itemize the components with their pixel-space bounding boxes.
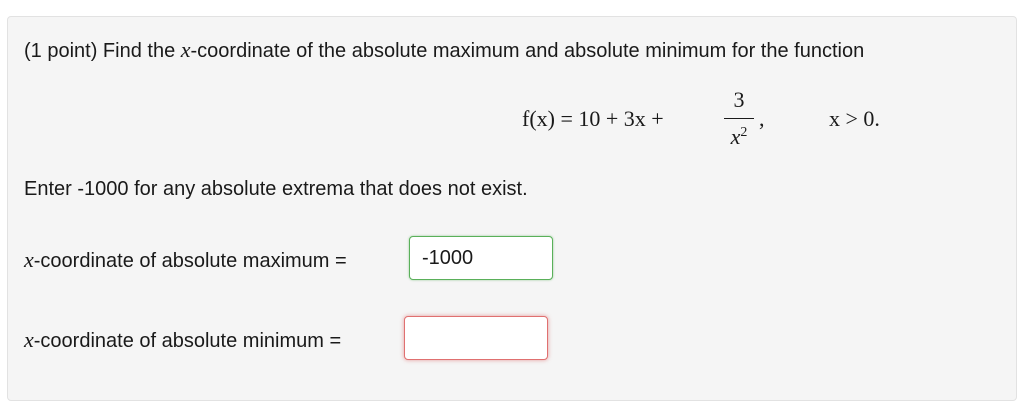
equation-comma: ,: [759, 106, 765, 131]
fraction-numerator: 3: [733, 87, 745, 112]
max-answer-label: x-coordinate of absolute maximum =: [24, 248, 347, 273]
min-label-text: -coordinate of absolute minimum =: [33, 330, 342, 352]
equation-lhs: f(x) = 10 + 3x +: [522, 106, 664, 131]
max-label-variable: x: [24, 247, 34, 272]
fraction-denominator-base: x: [730, 124, 741, 149]
equation-fraction: 3 x2: [722, 87, 756, 153]
problem-statement-prefix: (1 point) Find the: [24, 40, 181, 62]
instruction-text: Enter -1000 for any absolute extrema tha…: [24, 178, 528, 200]
function-equation: f(x) = 10 + 3x + 3 x2 , x > 0.: [522, 87, 922, 177]
problem-statement-suffix: -coordinate of the absolute maximum and …: [190, 40, 865, 62]
min-answer-label: x-coordinate of absolute minimum =: [24, 328, 341, 353]
fraction-denominator-exponent: 2: [740, 125, 748, 140]
fraction-bar: [724, 118, 754, 119]
min-label-variable: x: [24, 327, 34, 352]
min-answer-input[interactable]: [404, 316, 548, 360]
max-answer-input[interactable]: [409, 236, 553, 280]
fraction-denominator: x2: [722, 120, 756, 150]
problem-statement: (1 point) Find the x-coordinate of the a…: [24, 38, 864, 63]
equation-domain: x > 0.: [829, 106, 880, 131]
max-label-text: -coordinate of absolute maximum =: [33, 250, 347, 272]
math-variable-x: x: [180, 37, 191, 62]
problem-card: (1 point) Find the x-coordinate of the a…: [7, 16, 1017, 401]
